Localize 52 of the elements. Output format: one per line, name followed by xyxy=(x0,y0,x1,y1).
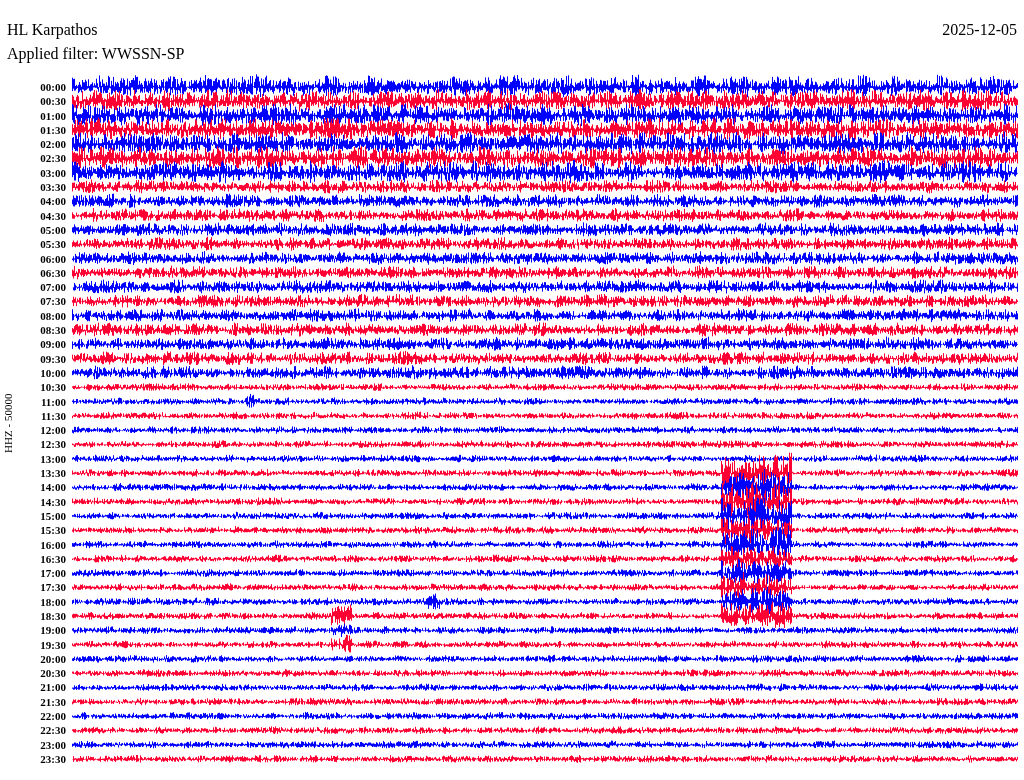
time-label: 17:00 xyxy=(39,566,66,581)
time-label: 09:00 xyxy=(39,337,66,352)
time-label: 04:30 xyxy=(39,208,66,223)
time-label: 22:00 xyxy=(39,709,66,724)
time-label: 21:00 xyxy=(39,680,66,695)
time-label: 07:00 xyxy=(39,280,66,295)
time-label: 08:00 xyxy=(39,308,66,324)
channel-scale-label: HHZ - 50000 xyxy=(1,393,16,453)
time-label: 09:30 xyxy=(39,351,66,366)
time-label: 12:30 xyxy=(39,437,66,452)
time-label: 15:30 xyxy=(39,523,66,538)
time-label: 11:30 xyxy=(39,408,66,424)
time-label: 08:30 xyxy=(39,323,66,338)
time-label: 16:00 xyxy=(39,537,66,552)
filter-label: Applied filter: WWSSN-SP xyxy=(7,45,185,62)
time-label: 23:00 xyxy=(39,737,66,752)
time-label: 06:30 xyxy=(39,265,66,281)
time-label: 18:00 xyxy=(39,594,66,609)
time-label: 15:00 xyxy=(39,508,66,524)
time-label: 02:00 xyxy=(39,137,66,152)
time-label: 18:30 xyxy=(39,609,66,624)
time-label: 04:00 xyxy=(39,194,66,209)
station-title: HL Karpathos xyxy=(7,20,98,41)
date-label: 2025-12-05 xyxy=(942,20,1017,40)
time-label: 03:30 xyxy=(39,180,66,195)
time-label: 01:30 xyxy=(39,122,66,138)
time-label: 12:00 xyxy=(39,423,66,438)
time-label: 07:30 xyxy=(39,294,66,309)
time-label: 17:30 xyxy=(39,580,66,595)
time-label: 10:00 xyxy=(39,365,66,381)
time-label: 13:30 xyxy=(39,466,66,481)
time-label: 03:00 xyxy=(39,165,66,181)
time-label: 22:30 xyxy=(39,723,66,738)
time-label: 06:00 xyxy=(39,251,66,266)
time-label: 16:30 xyxy=(39,551,66,567)
time-label: 01:00 xyxy=(39,108,66,123)
time-label: 23:30 xyxy=(39,751,66,767)
time-label: 14:30 xyxy=(39,494,66,509)
time-label: 00:00 xyxy=(39,80,66,95)
time-label: 21:30 xyxy=(39,694,66,710)
time-label: 19:00 xyxy=(39,623,66,638)
time-label: 20:00 xyxy=(39,651,66,667)
time-label: 20:30 xyxy=(39,666,66,681)
time-label: 13:00 xyxy=(39,451,66,466)
time-label: 05:30 xyxy=(39,237,66,252)
time-label: 14:00 xyxy=(39,480,66,495)
time-label: 00:30 xyxy=(39,94,66,109)
time-label: 11:00 xyxy=(39,394,66,409)
time-label: 10:30 xyxy=(39,380,66,395)
time-label: 05:00 xyxy=(39,222,66,238)
time-label: 02:30 xyxy=(39,151,66,166)
time-label: 19:30 xyxy=(39,637,66,652)
